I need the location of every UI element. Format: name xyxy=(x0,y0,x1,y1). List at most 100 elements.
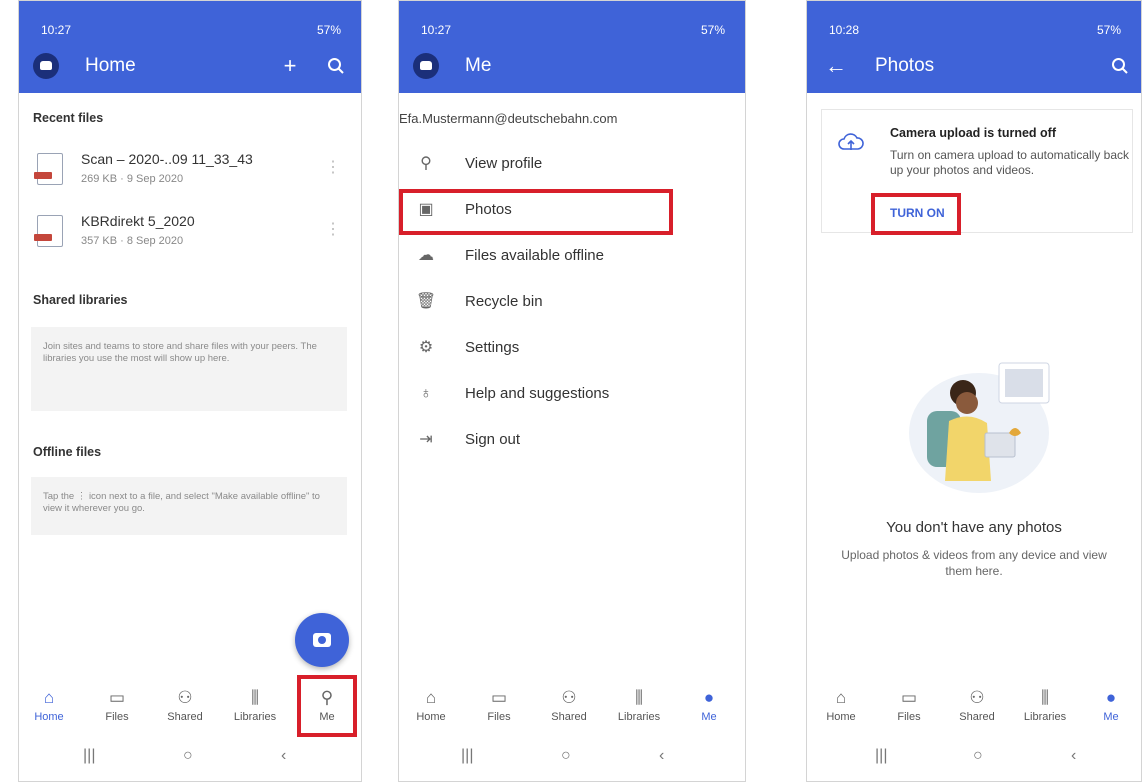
trash-icon: 🗑 xyxy=(415,293,437,310)
nav-label: Libraries xyxy=(1023,711,1067,723)
lightbulb-icon: ♁ xyxy=(420,385,432,402)
shared-libraries-heading: Shared libraries xyxy=(33,293,128,307)
bottom-nav: ⌂ Home ▭ Files ⚇ Shared ⫼ Libraries ● Me xyxy=(399,679,745,733)
nav-label: Files xyxy=(105,711,129,723)
file-meta: 357 KB · 8 Sep 2020 xyxy=(81,235,184,247)
status-bar: 10:28 57% xyxy=(807,1,1141,41)
more-options-icon[interactable]: ⋮ xyxy=(325,219,341,239)
home-circle-icon[interactable]: ○ xyxy=(183,747,193,765)
nav-label: Files xyxy=(487,711,511,723)
pdf-file-icon xyxy=(34,153,63,185)
status-battery: 57% xyxy=(1096,23,1121,37)
nav-me[interactable]: ● Me xyxy=(679,679,739,733)
phone-home-screen: 10:27 57% Home + Recent files Scan – 202… xyxy=(18,0,362,782)
nav-label: Shared xyxy=(551,711,587,723)
person-filled-icon: ● xyxy=(703,688,715,707)
nav-files[interactable]: ▭ Files xyxy=(469,679,529,733)
app-bar: Me xyxy=(399,41,745,93)
search-icon[interactable] xyxy=(321,51,351,81)
avatar[interactable] xyxy=(413,53,439,79)
nav-home[interactable]: ⌂ Home xyxy=(811,679,871,733)
menu-label: Help and suggestions xyxy=(465,385,610,402)
card-title: Camera upload is turned off xyxy=(890,126,1056,140)
nav-libraries[interactable]: ⫼ Libraries xyxy=(225,679,285,733)
nav-shared[interactable]: ⚇ Shared xyxy=(155,679,215,733)
nav-libraries[interactable]: ⫼ Libraries xyxy=(1015,679,1075,733)
home-icon: ⌂ xyxy=(43,688,55,707)
plus-icon[interactable]: + xyxy=(275,51,305,81)
recent-apps-icon[interactable]: ||| xyxy=(83,747,95,765)
nav-libraries[interactable]: ⫼ Libraries xyxy=(609,679,669,733)
phone-photos-screen: 10:28 57% ← Photos Camera upload is turn… xyxy=(806,0,1142,782)
system-nav-bar: ||| ○ ‹ xyxy=(19,737,361,781)
people-icon: ⚇ xyxy=(969,688,985,707)
menu-files-offline[interactable]: ☁ Files available offline xyxy=(399,235,745,279)
home-circle-icon[interactable]: ○ xyxy=(561,747,571,765)
status-battery: 57% xyxy=(316,23,341,37)
file-row[interactable]: KBRdirekt 5_2020 357 KB · 8 Sep 2020 ⋮ xyxy=(19,205,361,261)
status-battery: 57% xyxy=(700,23,725,37)
folder-icon: ▭ xyxy=(900,688,918,707)
offline-files-heading: Offline files xyxy=(33,445,102,459)
file-name: KBRdirekt 5_2020 xyxy=(81,213,195,229)
menu-sign-out[interactable]: ⇥ Sign out xyxy=(399,419,745,463)
search-icon[interactable] xyxy=(1105,51,1135,81)
person-icon: ⚲ xyxy=(420,155,432,172)
nav-label: Me xyxy=(1103,711,1119,723)
home-circle-icon[interactable]: ○ xyxy=(973,747,983,765)
nav-shared[interactable]: ⚇ Shared xyxy=(947,679,1007,733)
menu-photos[interactable]: ▣ Photos xyxy=(399,189,745,233)
back-icon[interactable]: ‹ xyxy=(1071,747,1076,765)
empty-state-subtitle: Upload photos & videos from any device a… xyxy=(841,548,1107,578)
menu-help[interactable]: ♁ Help and suggestions xyxy=(399,373,745,417)
libraries-icon: ⫼ xyxy=(635,688,643,707)
turn-on-button[interactable]: TURN ON xyxy=(890,206,945,220)
menu-settings[interactable]: ⚙ Settings xyxy=(399,327,745,371)
nav-label: Shared xyxy=(959,711,995,723)
camera-fab-button[interactable] xyxy=(295,613,349,667)
pdf-file-icon xyxy=(34,215,63,247)
avatar[interactable] xyxy=(33,53,59,79)
system-nav-bar: ||| ○ ‹ xyxy=(399,737,745,781)
nav-home[interactable]: ⌂ Home xyxy=(401,679,461,733)
back-icon[interactable]: ‹ xyxy=(281,747,286,765)
nav-label: Libraries xyxy=(233,711,277,723)
nav-me[interactable]: ● Me xyxy=(1081,679,1141,733)
nav-label: Home xyxy=(826,711,856,723)
menu-label: Recycle bin xyxy=(465,293,543,310)
nav-files[interactable]: ▭ Files xyxy=(879,679,939,733)
recent-files-heading: Recent files xyxy=(33,111,104,125)
menu-recycle-bin[interactable]: 🗑 Recycle bin xyxy=(399,281,745,325)
back-arrow-icon[interactable]: ← xyxy=(821,51,851,81)
cloud-download-icon: ☁ xyxy=(418,247,434,264)
menu-label: Sign out xyxy=(465,431,521,448)
menu-view-profile[interactable]: ⚲ View profile xyxy=(399,143,745,187)
menu-label: Files available offline xyxy=(465,247,604,264)
nav-label: Home xyxy=(416,711,446,723)
camera-upload-card: Camera upload is turned off Turn on came… xyxy=(821,109,1133,233)
nav-label: Me xyxy=(701,711,717,723)
people-icon: ⚇ xyxy=(177,688,193,707)
more-options-icon[interactable]: ⋮ xyxy=(325,157,341,177)
empty-state-title: You don't have any photos xyxy=(886,519,1062,536)
file-name: Scan – 2020-..09 11_33_43 xyxy=(81,151,253,167)
person-icon: ⚲ xyxy=(320,688,334,707)
recent-apps-icon[interactable]: ||| xyxy=(875,747,887,765)
image-icon: ▣ xyxy=(418,201,434,218)
file-meta: 269 KB · 9 Sep 2020 xyxy=(81,173,184,185)
home-icon: ⌂ xyxy=(835,688,847,707)
empty-photos-illustration xyxy=(909,362,1050,493)
sign-out-icon: ⇥ xyxy=(419,431,433,448)
page-title: Photos xyxy=(875,55,935,76)
nav-label: Shared xyxy=(167,711,203,723)
nav-shared[interactable]: ⚇ Shared xyxy=(539,679,599,733)
nav-home[interactable]: ⌂ Home xyxy=(19,679,79,733)
status-time: 10:27 xyxy=(421,23,452,37)
file-row[interactable]: Scan – 2020-..09 11_33_43 269 KB · 9 Sep… xyxy=(19,143,361,199)
nav-files[interactable]: ▭ Files xyxy=(87,679,147,733)
nav-label: Me xyxy=(319,711,335,723)
back-icon[interactable]: ‹ xyxy=(659,747,664,765)
nav-me[interactable]: ⚲ Me xyxy=(297,679,357,733)
recent-apps-icon[interactable]: ||| xyxy=(461,747,473,765)
account-email: Efa.Mustermann@deutschebahn.com xyxy=(399,111,618,126)
